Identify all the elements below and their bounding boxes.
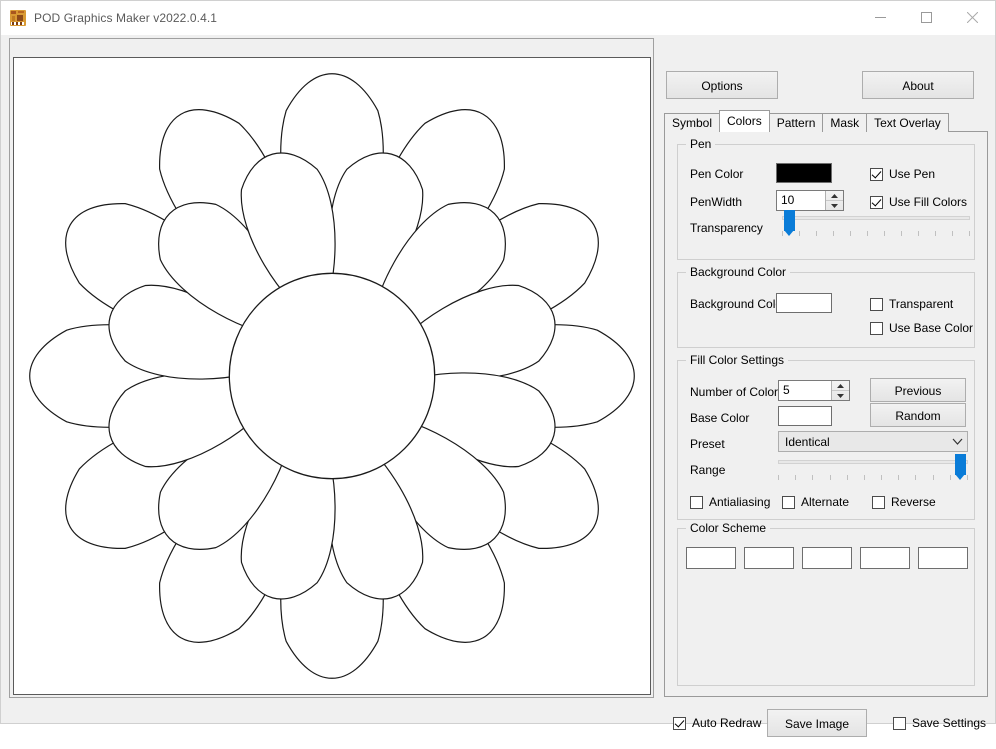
save-settings-label: Save Settings: [912, 716, 986, 730]
auto-redraw-checkbox[interactable]: Auto Redraw: [673, 716, 761, 730]
transparency-slider[interactable]: [782, 207, 970, 239]
window-title: POD Graphics Maker v2022.0.4.1: [34, 11, 217, 25]
title-bar: POD Graphics Maker v2022.0.4.1: [1, 1, 995, 35]
color-scheme-group: Color Scheme: [677, 528, 975, 686]
color-scheme-swatch-row: [686, 547, 968, 569]
antialiasing-checkbox[interactable]: Antialiasing: [690, 495, 770, 509]
tab-colors[interactable]: Colors: [719, 110, 770, 132]
use-fill-colors-label: Use Fill Colors: [889, 195, 967, 209]
transparency-slider-thumb[interactable]: [784, 210, 795, 231]
spinner-up-icon[interactable]: [826, 191, 843, 201]
range-slider-ticks: [778, 475, 968, 480]
range-label: Range: [690, 463, 725, 477]
pen-group-title: Pen: [686, 137, 715, 151]
tab-text-overlay[interactable]: Text Overlay: [866, 113, 949, 132]
antialiasing-label: Antialiasing: [709, 495, 770, 509]
antialiasing-check-icon: [690, 496, 703, 509]
app-icon: [10, 10, 26, 26]
fill-color-settings-group: Fill Color Settings Number of Colors 5: [677, 360, 975, 520]
preview-panel: [9, 38, 654, 698]
tab-mask[interactable]: Mask: [822, 113, 867, 132]
number-of-colors-label: Number of Colors: [690, 385, 784, 399]
pen-group: Pen Pen Color PenWidth 10: [677, 144, 975, 260]
flower-drawing: [14, 58, 650, 694]
auto-redraw-label: Auto Redraw: [692, 716, 761, 730]
number-of-colors-stepper[interactable]: 5: [778, 380, 850, 401]
background-group-title: Background Color: [686, 265, 790, 279]
preset-dropdown[interactable]: Identical: [778, 431, 968, 452]
bottom-bar: Auto Redraw Save Image Save Settings: [659, 703, 993, 749]
window-controls: [857, 1, 995, 34]
base-color-label: Base Color: [690, 411, 749, 425]
range-slider-track[interactable]: [778, 460, 968, 464]
control-panel: Options About Symbol Colors Pattern Mask…: [659, 35, 993, 725]
previous-button[interactable]: Previous: [870, 378, 966, 402]
transparent-checkbox[interactable]: Transparent: [870, 297, 953, 311]
reverse-label: Reverse: [891, 495, 936, 509]
alternate-check-icon: [782, 496, 795, 509]
use-pen-check-icon: [870, 168, 883, 181]
application-window: POD Graphics Maker v2022.0.4.1: [0, 0, 996, 724]
use-base-color-checkbox[interactable]: Use Base Color: [870, 321, 973, 335]
background-color-swatch[interactable]: [776, 293, 832, 313]
pen-color-swatch[interactable]: [776, 163, 832, 183]
transparent-check-icon: [870, 298, 883, 311]
background-color-group: Background Color Background Color Transp…: [677, 272, 975, 348]
color-scheme-swatch[interactable]: [918, 547, 968, 569]
color-scheme-swatch[interactable]: [860, 547, 910, 569]
flower-preview-canvas[interactable]: [13, 57, 651, 695]
chevron-down-icon[interactable]: [947, 438, 967, 445]
transparency-slider-track[interactable]: [782, 216, 970, 220]
preset-value: Identical: [779, 435, 947, 449]
options-button[interactable]: Options: [666, 71, 778, 99]
window-content: Options About Symbol Colors Pattern Mask…: [1, 35, 995, 723]
save-settings-check-icon: [893, 717, 906, 730]
transparency-slider-ticks: [782, 231, 970, 236]
base-color-swatch[interactable]: [778, 406, 832, 426]
save-settings-checkbox[interactable]: Save Settings: [893, 716, 986, 730]
reverse-checkbox[interactable]: Reverse: [872, 495, 936, 509]
spinner-up-icon[interactable]: [832, 381, 849, 391]
about-button[interactable]: About: [862, 71, 974, 99]
color-scheme-swatch[interactable]: [686, 547, 736, 569]
number-of-colors-value: 5: [779, 381, 831, 400]
range-slider[interactable]: [778, 451, 968, 483]
minimize-button[interactable]: [857, 1, 903, 34]
tab-strip: Symbol Colors Pattern Mask Text Overlay: [664, 111, 988, 132]
tab-page-colors: Pen Pen Color PenWidth 10: [664, 131, 988, 697]
use-fill-colors-check-icon: [870, 196, 883, 209]
save-image-button[interactable]: Save Image: [767, 709, 867, 737]
alternate-label: Alternate: [801, 495, 849, 509]
transparency-label: Transparency: [690, 221, 763, 235]
use-pen-checkbox[interactable]: Use Pen: [870, 167, 935, 181]
tab-symbol[interactable]: Symbol: [664, 113, 720, 132]
use-fill-colors-checkbox[interactable]: Use Fill Colors: [870, 195, 967, 209]
color-scheme-title: Color Scheme: [686, 521, 770, 535]
use-base-color-check-icon: [870, 322, 883, 335]
range-slider-thumb[interactable]: [955, 454, 966, 475]
auto-redraw-check-icon: [673, 717, 686, 730]
fill-group-title: Fill Color Settings: [686, 353, 788, 367]
pen-width-label: PenWidth: [690, 195, 742, 209]
spinner-down-icon[interactable]: [832, 391, 849, 400]
use-base-color-label: Use Base Color: [889, 321, 973, 335]
close-button[interactable]: [949, 1, 995, 34]
use-pen-label: Use Pen: [889, 167, 935, 181]
number-of-colors-spin-buttons[interactable]: [831, 381, 849, 400]
reverse-check-icon: [872, 496, 885, 509]
color-scheme-swatch[interactable]: [744, 547, 794, 569]
tab-pattern[interactable]: Pattern: [769, 113, 824, 132]
transparent-label: Transparent: [889, 297, 953, 311]
maximize-button[interactable]: [903, 1, 949, 34]
flower-center-circle: [229, 273, 434, 478]
random-button[interactable]: Random: [870, 403, 966, 427]
alternate-checkbox[interactable]: Alternate: [782, 495, 849, 509]
pen-color-label: Pen Color: [690, 167, 743, 181]
color-scheme-swatch[interactable]: [802, 547, 852, 569]
background-color-label: Background Color: [690, 297, 786, 311]
preset-label: Preset: [690, 437, 725, 451]
